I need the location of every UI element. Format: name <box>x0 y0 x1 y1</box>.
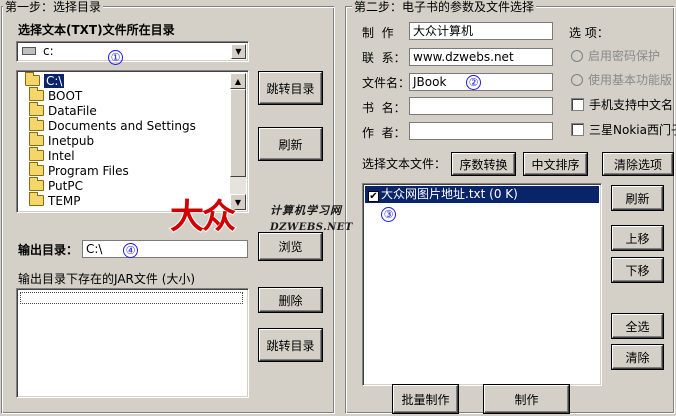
checkbox-icon <box>571 98 584 111</box>
drive-value: c: <box>43 44 54 58</box>
bookname-label: 书 名： <box>362 101 406 115</box>
maker-label: 制 作 <box>362 26 394 40</box>
radio-icon <box>571 50 583 62</box>
select-files-label: 选择文本文件： <box>362 157 447 171</box>
step1-title: 第一步：选择目录 <box>3 0 104 14</box>
filename-label: 文件名： <box>362 76 411 90</box>
marker-2: ② <box>466 75 481 90</box>
jump-dir-button-2[interactable]: 跳转目录 <box>259 329 322 361</box>
jar-label: 输出目录下存在的JAR文件 (大小) <box>18 272 196 286</box>
author-field[interactable] <box>409 122 553 140</box>
scroll-up-icon[interactable]: ▲ <box>230 73 246 89</box>
delete-button[interactable]: 删除 <box>259 288 322 312</box>
output-dir-field[interactable]: C:\ <box>82 240 248 258</box>
marker-3: ③ <box>381 207 396 222</box>
filename-field[interactable]: JBook <box>409 73 553 91</box>
watermark: 大众 计算机学习网 DZWEBS.NET <box>169 196 353 240</box>
watermark-site-en: DZWEBS.NET <box>270 222 353 233</box>
batch-make-button[interactable]: 批量制作 <box>393 385 458 413</box>
folder-icon <box>29 132 44 146</box>
options-label: 选 项： <box>569 26 609 40</box>
clear-options-button[interactable]: 清除选项 <box>603 153 673 175</box>
contact-field[interactable]: www.dzwebs.net <box>409 48 553 66</box>
scroll-thumb[interactable] <box>230 89 246 177</box>
clear-button[interactable]: 清除 <box>612 345 663 369</box>
opt-basic[interactable]: 使用基本功能版 <box>571 73 672 87</box>
drive-icon <box>22 47 36 55</box>
folder-icon <box>29 192 44 206</box>
folder-tree[interactable]: C:\ BOOT DataFile Documents and Settings… <box>16 70 249 213</box>
tree-item[interactable]: Documents and Settings <box>19 117 230 134</box>
jump-dir-button[interactable]: 跳转目录 <box>259 72 322 104</box>
chevron-down-icon[interactable]: ▼ <box>231 44 246 59</box>
maker-field[interactable]: 大众计算机 <box>409 22 553 40</box>
tree-scrollbar[interactable]: ▲ ▼ <box>230 73 246 210</box>
author-label: 作 者： <box>362 126 406 140</box>
tree-item[interactable]: Inetpub <box>19 132 230 149</box>
folder-icon <box>29 162 44 176</box>
seq-convert-button[interactable]: 序数转换 <box>452 153 515 175</box>
tree-item[interactable]: PutPC <box>19 177 230 194</box>
tree-item[interactable]: BOOT <box>19 87 230 104</box>
watermark-site-cn: 计算机学习网 <box>270 204 342 217</box>
make-button[interactable]: 制作 <box>484 385 569 413</box>
tree-item[interactable]: C:\ <box>19 72 230 89</box>
file-item[interactable]: ✔ 大众网图片地址.txt (0 K) <box>365 186 599 203</box>
contact-label: 联 系： <box>362 51 406 65</box>
file-list[interactable]: ✔ 大众网图片地址.txt (0 K) <box>362 183 602 386</box>
opt-phone-cn[interactable]: 手机支持中文名 <box>571 98 673 112</box>
file-checkbox-icon[interactable]: ✔ <box>368 191 379 202</box>
refresh-dir-button[interactable]: 刷新 <box>259 128 322 160</box>
dir-label: 选择文本(TXT)文件所在目录 <box>18 23 175 37</box>
tree-item[interactable]: Intel <box>19 147 230 164</box>
opt-samsung[interactable]: 三星Nokia西门子 <box>571 123 676 137</box>
jar-list[interactable] <box>16 288 249 398</box>
marker-4: ④ <box>123 243 138 258</box>
output-label: 输出目录： <box>18 243 79 257</box>
refresh-files-button[interactable]: 刷新 <box>612 186 663 210</box>
folder-icon <box>29 117 44 131</box>
move-up-button[interactable]: 上移 <box>612 226 663 250</box>
folder-icon <box>29 87 44 101</box>
marker-1: ① <box>108 50 123 65</box>
folder-icon <box>29 147 44 161</box>
folder-icon <box>29 102 44 116</box>
tree-item[interactable]: DataFile <box>19 102 230 119</box>
folder-icon <box>29 177 44 191</box>
bookname-field[interactable] <box>409 97 553 115</box>
select-all-button[interactable]: 全选 <box>612 314 663 338</box>
jar-list-focus <box>20 292 243 304</box>
step2-title: 第二步：电子书的参数及文件选择 <box>352 0 537 14</box>
cn-sort-button[interactable]: 中文排序 <box>524 153 587 175</box>
folder-open-icon <box>25 72 40 86</box>
drive-select[interactable]: c: ▼ <box>16 41 249 62</box>
watermark-logo: 大众 <box>169 197 237 237</box>
move-down-button[interactable]: 下移 <box>612 258 663 282</box>
checkbox-icon <box>571 123 584 136</box>
tree-item[interactable]: Program Files <box>19 162 230 179</box>
opt-password[interactable]: 启用密码保护 <box>571 49 660 63</box>
radio-icon <box>571 74 583 86</box>
